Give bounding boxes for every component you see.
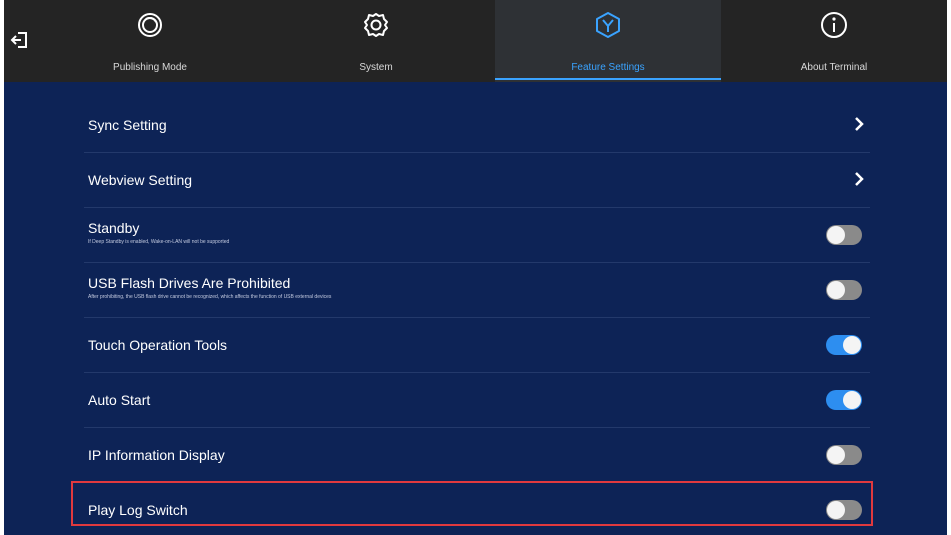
publishing-mode-icon <box>135 10 165 40</box>
ip-display-toggle[interactable] <box>826 445 862 465</box>
setting-title: Standby <box>88 220 140 236</box>
setting-webview[interactable]: Webview Setting <box>84 153 870 208</box>
setting-standby: Standby If Deep Standby is enabled, Wake… <box>84 208 870 263</box>
toggle-knob <box>827 446 845 464</box>
tab-feature-settings[interactable]: Feature Settings <box>495 0 721 82</box>
gear-icon <box>361 10 391 40</box>
setting-title: Auto Start <box>88 392 151 408</box>
tab-about-terminal[interactable]: About Terminal <box>721 0 947 82</box>
setting-ip-display: IP Information Display <box>84 428 870 483</box>
tab-publishing-mode[interactable]: Publishing Mode <box>37 0 263 82</box>
setting-description: If Deep Standby is enabled, Wake-on-LAN … <box>88 239 230 245</box>
info-icon <box>819 10 849 40</box>
setting-touch-tools: Touch Operation Tools <box>84 318 870 373</box>
setting-title: IP Information Display <box>88 447 225 463</box>
toggle-knob <box>827 226 845 244</box>
toggle-knob <box>843 336 861 354</box>
tab-label: System <box>359 62 393 73</box>
settings-list: Sync Setting Webview Setting Standby If … <box>84 98 870 535</box>
play-log-toggle[interactable] <box>826 500 862 520</box>
chevron-right-icon <box>854 171 864 187</box>
tab-label: About Terminal <box>800 62 868 73</box>
toggle-knob <box>827 281 845 299</box>
active-tab-indicator <box>495 78 721 80</box>
tab-label: Publishing Mode <box>113 62 187 73</box>
top-tab-bar: Publishing Mode System Feature Settings <box>4 0 947 82</box>
setting-description: After prohibiting, the USB flash drive c… <box>88 294 332 300</box>
setting-auto-start: Auto Start <box>84 373 870 428</box>
toggle-knob <box>843 391 861 409</box>
setting-title: Play Log Switch <box>88 502 188 518</box>
standby-toggle[interactable] <box>826 225 862 245</box>
tab-system[interactable]: System <box>263 0 489 82</box>
setting-title: Sync Setting <box>88 117 167 133</box>
setting-title: USB Flash Drives Are Prohibited <box>88 275 291 291</box>
touch-tools-toggle[interactable] <box>826 335 862 355</box>
feature-settings-icon <box>593 10 623 40</box>
usb-prohibited-toggle[interactable] <box>826 280 862 300</box>
setting-play-log: Play Log Switch <box>84 483 870 535</box>
toggle-knob <box>827 501 845 519</box>
tab-label: Feature Settings <box>571 62 645 73</box>
screen: Publishing Mode System Feature Settings <box>4 0 947 535</box>
setting-title: Touch Operation Tools <box>88 337 228 353</box>
setting-usb-prohibited: USB Flash Drives Are Prohibited After pr… <box>84 263 870 318</box>
auto-start-toggle[interactable] <box>826 390 862 410</box>
setting-sync[interactable]: Sync Setting <box>84 98 870 153</box>
chevron-right-icon <box>854 116 864 132</box>
exit-icon[interactable] <box>10 30 30 50</box>
setting-title: Webview Setting <box>88 172 193 188</box>
